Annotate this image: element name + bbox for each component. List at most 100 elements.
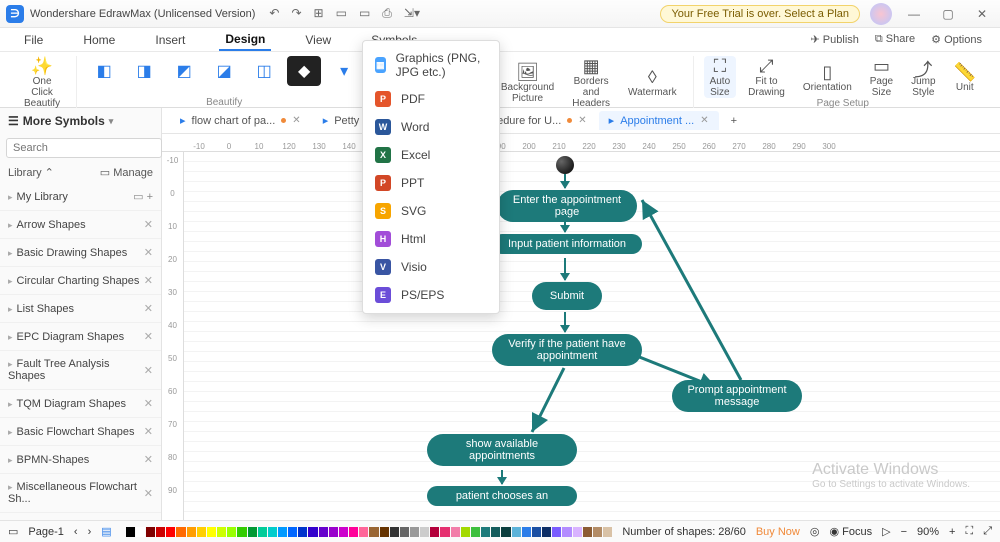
swatch[interactable] bbox=[440, 527, 449, 537]
swatch[interactable] bbox=[380, 527, 389, 537]
my-library-item[interactable]: ▸My Library ▭ + bbox=[0, 183, 161, 211]
swatch[interactable] bbox=[248, 527, 257, 537]
focus-button[interactable]: ◉ Focus bbox=[829, 525, 872, 538]
swatch[interactable] bbox=[126, 527, 135, 537]
doc-tab[interactable]: ▸flow chart of pa...✕ bbox=[170, 111, 311, 130]
doc-tab[interactable]: ▸Appointment ...✕ bbox=[599, 111, 719, 130]
page-nav-left[interactable]: ‹ bbox=[74, 526, 78, 538]
swatch[interactable] bbox=[410, 527, 419, 537]
export-icon[interactable]: ⇲▾ bbox=[404, 6, 420, 21]
export-ps-eps[interactable]: EPS/EPS bbox=[363, 281, 499, 309]
category-item[interactable]: ▸Miscellaneous Flowchart Sh...✕ bbox=[0, 474, 161, 513]
outline-toggle-icon[interactable]: ▭ bbox=[8, 525, 18, 538]
swatch[interactable] bbox=[237, 527, 246, 537]
swatch[interactable] bbox=[481, 527, 490, 537]
category-item[interactable]: ▸EPC Diagram Shapes✕ bbox=[0, 323, 161, 351]
color-palette[interactable] bbox=[126, 527, 613, 537]
category-item[interactable]: ▸Circular Charting Shapes✕ bbox=[0, 267, 161, 295]
theme-style-1[interactable]: ◧ bbox=[87, 56, 121, 86]
export-excel[interactable]: XExcel bbox=[363, 141, 499, 169]
swatch[interactable] bbox=[136, 527, 145, 537]
swatch[interactable] bbox=[390, 527, 399, 537]
page-size-button[interactable]: ▭Page Size bbox=[864, 56, 899, 98]
swatch[interactable] bbox=[329, 527, 338, 537]
publish-button[interactable]: ✈ Publish bbox=[811, 33, 859, 46]
swatch[interactable] bbox=[573, 527, 582, 537]
print-icon[interactable]: ⎙ bbox=[382, 6, 392, 21]
borders-headers-button[interactable]: ▦Borders and Headers bbox=[566, 56, 616, 109]
category-item[interactable]: ▸Basic Flowchart Shapes✕ bbox=[0, 418, 161, 446]
swatch[interactable] bbox=[552, 527, 561, 537]
theme-more[interactable]: ▾ bbox=[327, 56, 361, 86]
swatch[interactable] bbox=[420, 527, 429, 537]
category-item[interactable]: ▸List Shapes✕ bbox=[0, 295, 161, 323]
swatch[interactable] bbox=[308, 527, 317, 537]
swatch[interactable] bbox=[288, 527, 297, 537]
one-click-beautify-button[interactable]: ✨ One Click Beautify bbox=[18, 56, 66, 109]
menu-design[interactable]: Design bbox=[219, 29, 271, 51]
user-avatar[interactable] bbox=[870, 3, 892, 25]
swatch[interactable] bbox=[176, 527, 185, 537]
menu-view[interactable]: View bbox=[299, 30, 337, 50]
swatch[interactable] bbox=[451, 527, 460, 537]
swatch[interactable] bbox=[471, 527, 480, 537]
swatch[interactable] bbox=[461, 527, 470, 537]
swatch[interactable] bbox=[268, 527, 277, 537]
shape-submit[interactable]: Submit bbox=[532, 282, 602, 310]
swatch[interactable] bbox=[217, 527, 226, 537]
new-icon[interactable]: ⊞ bbox=[314, 6, 324, 21]
swatch[interactable] bbox=[542, 527, 551, 537]
swatch[interactable] bbox=[359, 527, 368, 537]
category-item[interactable]: ▸TQM Diagram Shapes✕ bbox=[0, 390, 161, 418]
export-visio[interactable]: VVisio bbox=[363, 253, 499, 281]
category-item[interactable]: ▸Arrow Shapes✕ bbox=[0, 211, 161, 239]
swatch[interactable] bbox=[166, 527, 175, 537]
shape-prompt[interactable]: Prompt appointment message bbox=[672, 380, 802, 412]
shape-enter[interactable]: Enter the appointment page bbox=[497, 190, 637, 222]
buy-now-link[interactable]: Buy Now bbox=[756, 526, 800, 538]
orientation-button[interactable]: ▯Orientation bbox=[797, 62, 858, 93]
category-item[interactable]: ▸Basic Drawing Shapes✕ bbox=[0, 239, 161, 267]
swatch[interactable] bbox=[603, 527, 612, 537]
export-html[interactable]: HHtml bbox=[363, 225, 499, 253]
shape-input[interactable]: Input patient information bbox=[492, 234, 642, 254]
background-picture-button[interactable]: 🖼Background Picture bbox=[495, 62, 560, 104]
export-pdf[interactable]: PPDF bbox=[363, 85, 499, 113]
export-ppt[interactable]: PPPT bbox=[363, 169, 499, 197]
play-icon[interactable]: ▷ bbox=[882, 525, 890, 538]
save-icon[interactable]: ▭ bbox=[359, 6, 370, 21]
swatch[interactable] bbox=[146, 527, 155, 537]
swatch[interactable] bbox=[187, 527, 196, 537]
swatch[interactable] bbox=[349, 527, 358, 537]
swatch[interactable] bbox=[400, 527, 409, 537]
minimize-icon[interactable]: — bbox=[902, 7, 926, 21]
swatch[interactable] bbox=[430, 527, 439, 537]
shape-choose[interactable]: patient chooses an bbox=[427, 486, 577, 506]
unit-button[interactable]: 📏Unit bbox=[948, 62, 982, 93]
page-nav-right[interactable]: › bbox=[88, 526, 92, 538]
swatch[interactable] bbox=[512, 527, 521, 537]
theme-style-3[interactable]: ◩ bbox=[167, 56, 201, 86]
swatch[interactable] bbox=[339, 527, 348, 537]
canvas[interactable]: -100102030405060708090100110 Enter the a… bbox=[162, 152, 1000, 520]
share-button[interactable]: ⧉ Share bbox=[875, 33, 915, 46]
category-item[interactable]: ▸Fault Tree Analysis Shapes✕ bbox=[0, 351, 161, 390]
jump-style-button[interactable]: ⤴Jump Style bbox=[905, 56, 941, 98]
watermark-button[interactable]: ◊Watermark bbox=[622, 67, 683, 98]
swatch[interactable] bbox=[227, 527, 236, 537]
swatch[interactable] bbox=[298, 527, 307, 537]
target-icon[interactable]: ◎ bbox=[810, 525, 820, 538]
swatch[interactable] bbox=[532, 527, 541, 537]
theme-style-4[interactable]: ◪ bbox=[207, 56, 241, 86]
manage-button[interactable]: ▭ Manage bbox=[100, 166, 153, 179]
swatch[interactable] bbox=[197, 527, 206, 537]
fit-icon[interactable]: ⛶ bbox=[965, 525, 973, 538]
redo-icon[interactable]: ↷ bbox=[291, 6, 301, 21]
symbol-search-input[interactable] bbox=[6, 138, 162, 158]
fullscreen-icon[interactable]: ⤢ bbox=[983, 525, 992, 538]
category-item[interactable]: ▸BPMN-Shapes✕ bbox=[0, 446, 161, 474]
menu-file[interactable]: File bbox=[18, 30, 49, 50]
zoom-in[interactable]: + bbox=[949, 526, 955, 538]
options-button[interactable]: ⚙ Options bbox=[931, 33, 982, 46]
export-svg[interactable]: SSVG bbox=[363, 197, 499, 225]
